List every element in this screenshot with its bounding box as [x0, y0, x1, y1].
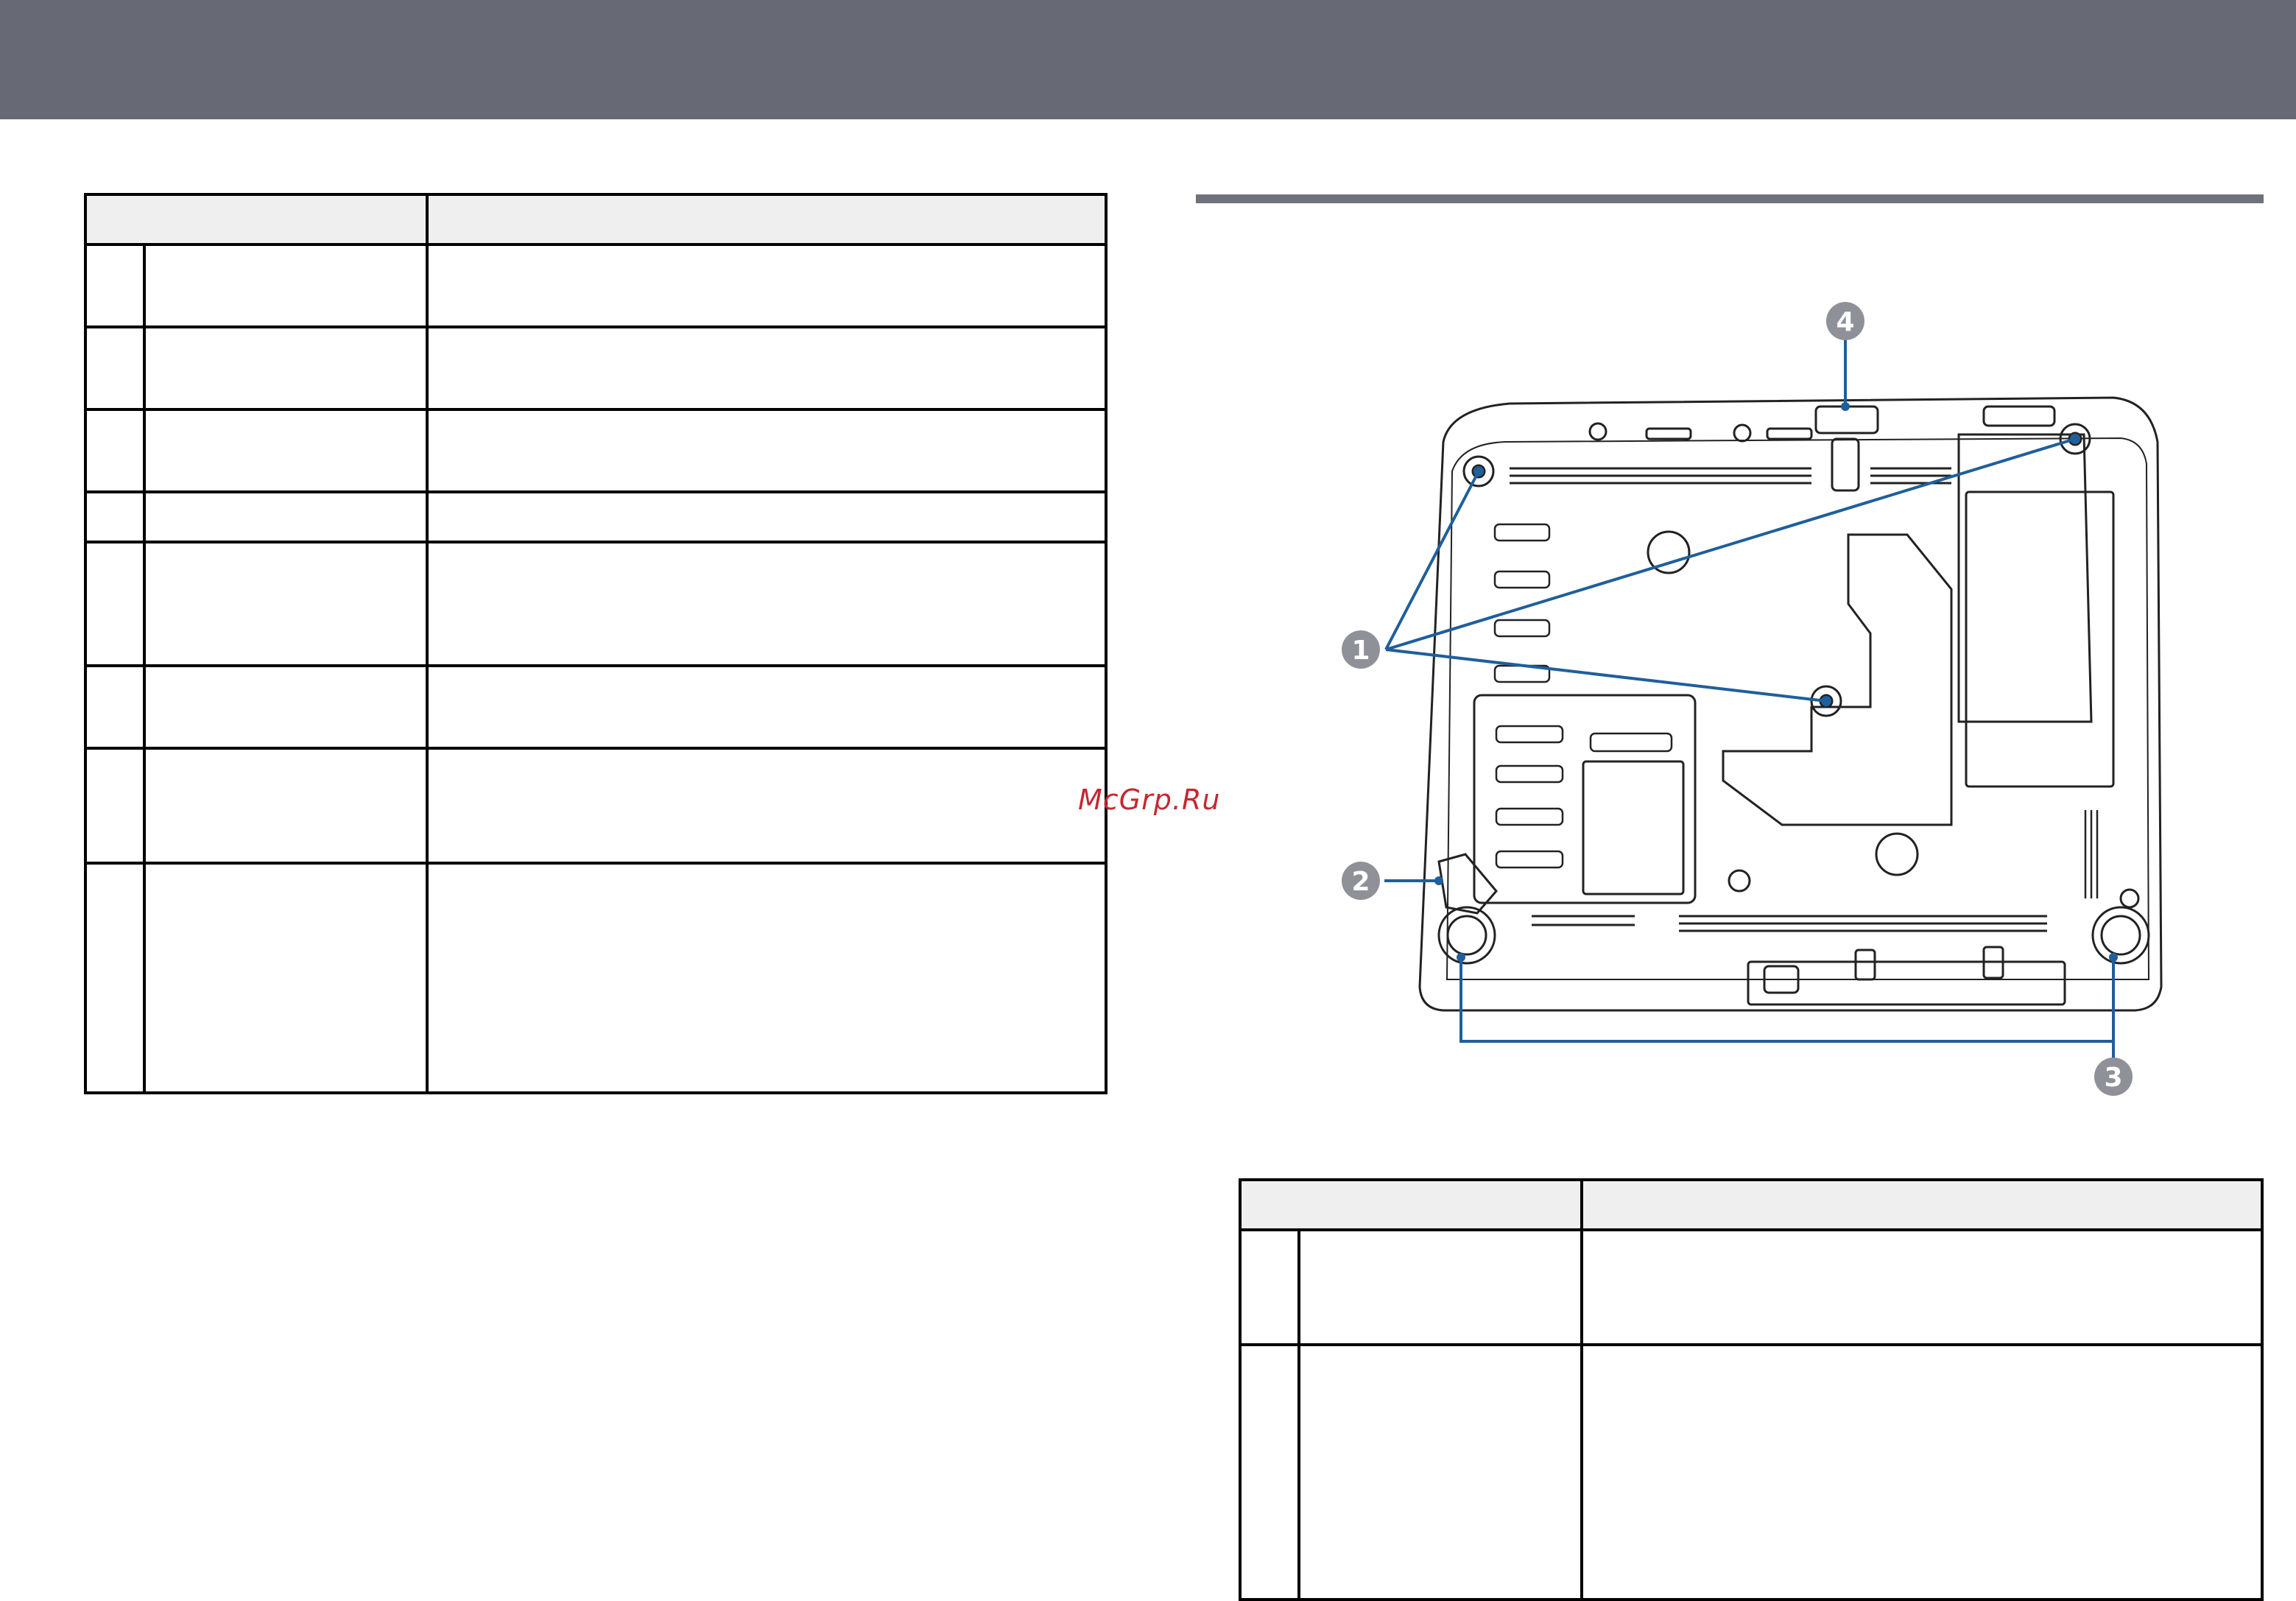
header-bar: [0, 0, 2296, 119]
projector-bottom-diagram: 1 2 3 4: [1342, 302, 2163, 1096]
table-row: [84, 664, 1107, 750]
table-header-name: [84, 193, 429, 246]
section-rule: [1196, 194, 2264, 203]
right-parts-table: [1239, 1178, 2264, 1601]
table-row: [1239, 1228, 2264, 1346]
table-row: [84, 862, 1107, 1094]
table-row: [84, 490, 1107, 543]
table-header-name: [1239, 1178, 1583, 1231]
vent-slots-top: [1510, 467, 1951, 485]
table-row: [1239, 1343, 2264, 1601]
svg-text:2: 2: [1351, 867, 1370, 897]
table-row: [84, 326, 1107, 411]
table-row: [84, 747, 1107, 865]
svg-text:4: 4: [1836, 307, 1854, 337]
callout-3: 3: [2094, 1058, 2133, 1096]
svg-text:1: 1: [1351, 636, 1370, 666]
table-header-function: [1580, 1178, 2264, 1231]
svg-text:3: 3: [2104, 1063, 2122, 1093]
table-row: [84, 541, 1107, 667]
callout-2: 2: [1342, 862, 1380, 900]
table-row: [84, 408, 1107, 493]
left-parts-table: [84, 193, 1107, 1094]
callout-4: 4: [1826, 302, 1864, 340]
table-row: [84, 243, 1107, 328]
table-header-function: [426, 193, 1107, 246]
watermark: McGrp.Ru: [1078, 784, 1221, 816]
vent-slots-bottom: [1532, 915, 2047, 932]
callout-1: 1: [1342, 630, 1380, 669]
projector-body-outline: [1418, 396, 2163, 1012]
